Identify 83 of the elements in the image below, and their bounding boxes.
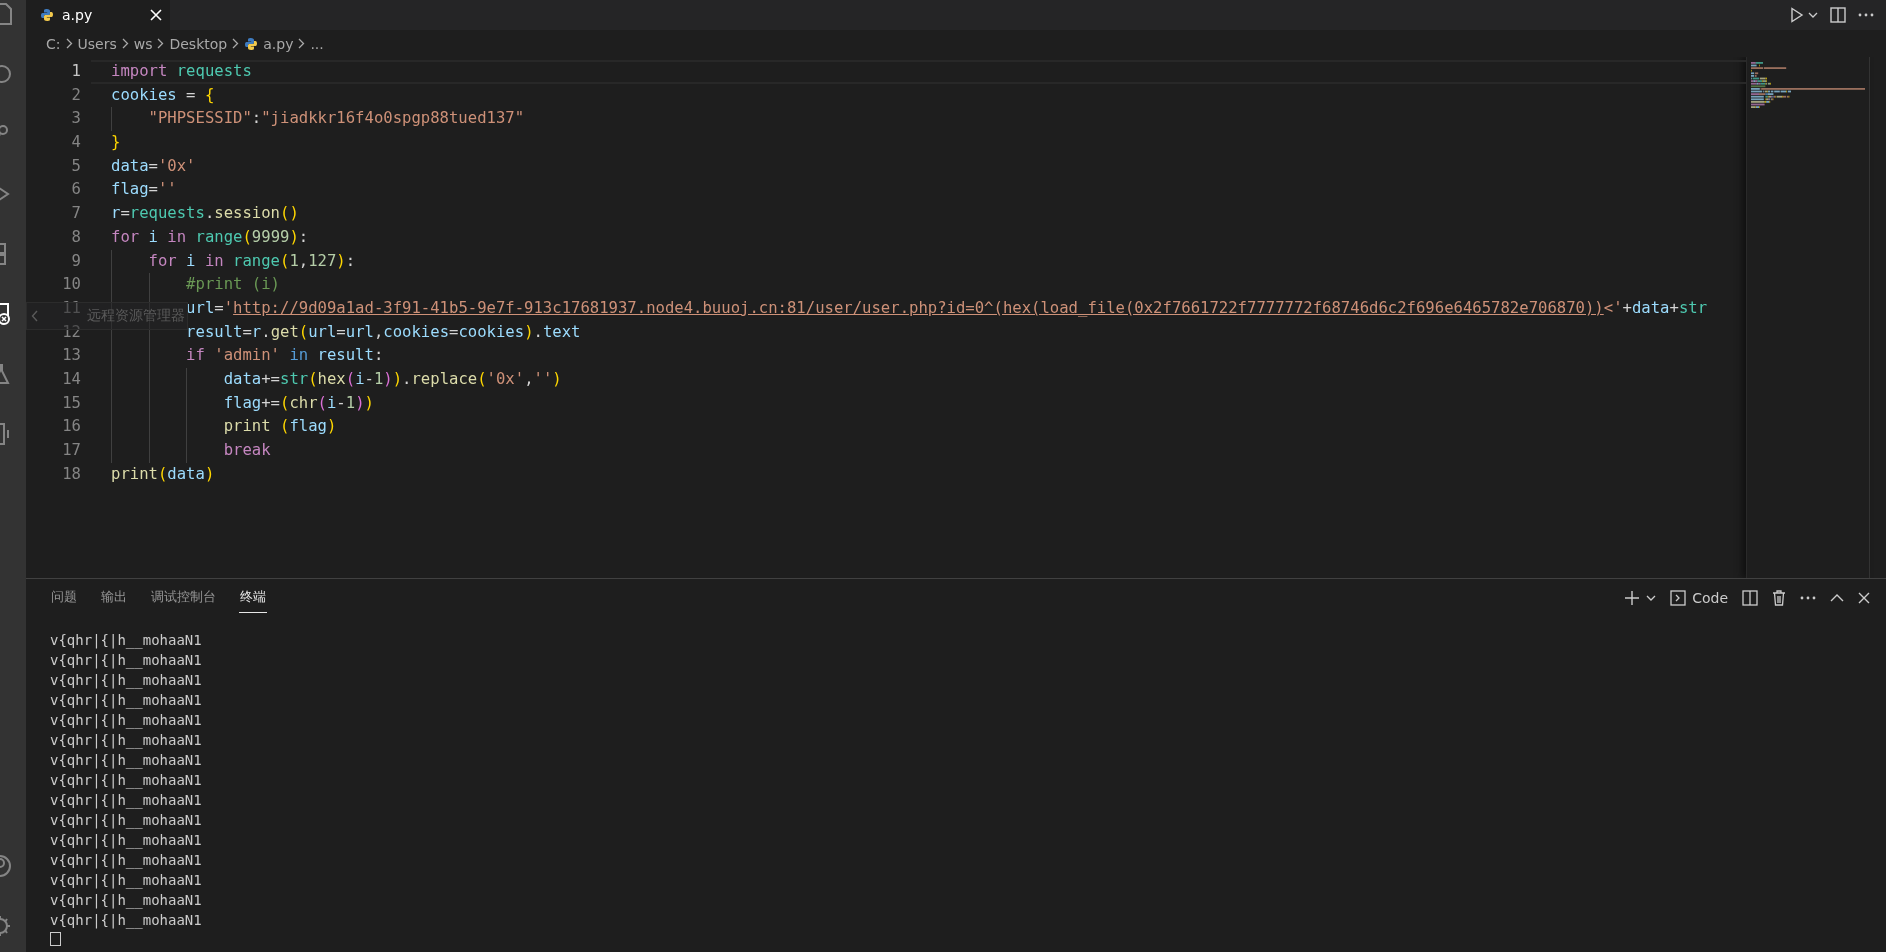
line-number: 10	[61, 274, 82, 296]
line-number: 6	[70, 179, 82, 201]
breadcrumb-more[interactable]: ...	[310, 35, 324, 52]
terminal-icon	[1670, 590, 1687, 606]
terminal-line: v{qhr|{|h__mohaaN1	[50, 871, 203, 890]
terminal-line: v{qhr|{|h__mohaaN1	[50, 631, 203, 650]
panel-tab[interactable]: 调试控制台	[150, 583, 217, 613]
line-number: 13	[61, 345, 82, 367]
breadcrumb-item[interactable]: ws	[133, 35, 153, 52]
breadcrumb-item[interactable]: Users	[77, 35, 117, 52]
terminal-line: v{qhr|{|h__mohaaN1	[50, 851, 203, 870]
code-line: r=requests.session()	[111, 204, 299, 223]
code-line: "PHPSESSID":"jiadkkr16f4o0spgp88tued137"	[148, 109, 525, 128]
code-line: for i in range(1,127):	[148, 251, 356, 270]
line-number: 12	[61, 321, 82, 343]
chevron-down-icon[interactable]	[1646, 594, 1657, 602]
chevron-right-icon	[65, 38, 73, 49]
terminal-line: v{qhr|{|h__mohaaN1	[50, 831, 203, 850]
chevron-right-icon	[157, 38, 165, 49]
python-icon	[244, 36, 259, 51]
code-line: break	[223, 441, 271, 459]
terminal-line: v{qhr|{|h__mohaaN1	[50, 911, 203, 930]
code-line: if 'admin' in result:	[186, 346, 384, 365]
chevron-right-icon	[298, 38, 306, 49]
terminal-line: v{qhr|{|h__mohaaN1	[50, 671, 203, 690]
account-icon[interactable]	[0, 854, 14, 878]
plus-icon[interactable]	[1624, 590, 1641, 606]
code-line: data='0x'	[111, 156, 196, 175]
chevron-right-icon	[232, 38, 240, 49]
line-number: 9	[70, 250, 82, 272]
breadcrumb-item[interactable]: C:	[46, 35, 61, 52]
code-line: }	[111, 133, 121, 152]
panel-tab[interactable]: 问题	[50, 583, 78, 613]
code-line: flag+=(chr(i-1))	[223, 393, 374, 412]
python-icon	[40, 8, 54, 22]
line-number: 1	[70, 61, 82, 82]
terminal-line: v{qhr|{|h__mohaaN1	[50, 711, 203, 730]
line-number: 14	[61, 368, 82, 390]
line-number: 7	[70, 203, 82, 225]
terminal-line: v{qhr|{|h__mohaaN1	[50, 811, 203, 830]
run-icon[interactable]	[1790, 7, 1804, 23]
line-number: 16	[61, 416, 82, 438]
chevron-up-icon[interactable]	[1830, 594, 1844, 602]
split-terminal-icon[interactable]	[1742, 590, 1758, 606]
breadcrumb-item[interactable]: a.py	[263, 35, 294, 52]
panel-tab[interactable]: 终端	[239, 583, 267, 613]
panel-tab[interactable]: 输出	[100, 583, 128, 613]
line-number: 17	[61, 440, 82, 461]
terminal-line: v{qhr|{|h__mohaaN1	[50, 691, 203, 710]
line-number: 4	[70, 132, 82, 154]
close-icon[interactable]	[1858, 592, 1870, 604]
code-line: print (flag)	[223, 417, 337, 436]
line-number: 18	[61, 463, 82, 485]
terminal-line: v{qhr|{|h__mohaaN1	[50, 751, 203, 770]
line-number: 5	[70, 155, 82, 177]
terminal-line: v{qhr|{|h__mohaaN1	[50, 791, 203, 810]
more-icon[interactable]	[1800, 596, 1816, 600]
more-icon[interactable]	[1858, 13, 1874, 17]
code-line: for i in range(9999):	[111, 227, 309, 246]
chevron-down-icon[interactable]	[1808, 11, 1818, 19]
terminal-line: v{qhr|{|h__mohaaN1	[50, 651, 203, 670]
line-number: 8	[70, 226, 82, 248]
code-line: result=r.get(url=url,cookies=cookies).text	[186, 322, 581, 341]
terminal-line: v{qhr|{|h__mohaaN1	[50, 731, 203, 750]
code-line: cookies = {	[111, 85, 215, 104]
terminal-line: v{qhr|{|h__mohaaN1	[50, 771, 203, 790]
code-line: #print (i)	[186, 275, 280, 294]
terminal-cursor	[50, 932, 61, 946]
code-line: import requests	[111, 62, 252, 80]
line-number: 3	[70, 108, 82, 130]
code-line: flag=''	[111, 180, 177, 199]
chevron-right-icon	[121, 38, 129, 49]
terminal-line: v{qhr|{|h__mohaaN1	[50, 891, 203, 910]
breadcrumb-item[interactable]: Desktop	[169, 35, 228, 52]
editor-tab[interactable]: a.py	[26, 0, 170, 30]
line-number: 15	[61, 392, 82, 414]
trash-icon[interactable]	[1772, 590, 1786, 606]
line-number: 2	[70, 84, 82, 106]
terminal-selector[interactable]: Code	[1670, 590, 1728, 606]
chevron-left-icon	[31, 310, 39, 322]
code-line: data+=str(hex(i-1)).replace('0x','')	[223, 369, 562, 388]
code-line: print(data)	[111, 464, 215, 483]
split-editor-icon[interactable]	[1830, 7, 1846, 23]
